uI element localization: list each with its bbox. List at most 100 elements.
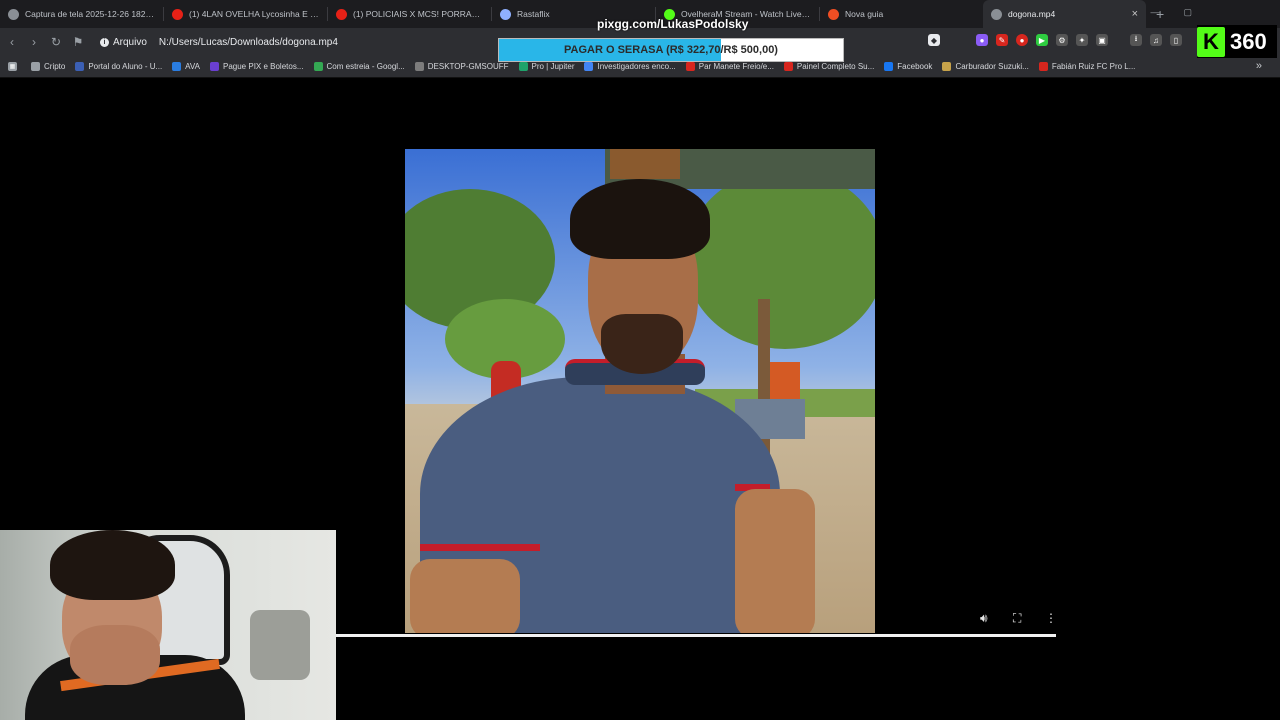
bookmark-item[interactable]: Com estreia - Googl... (313, 62, 405, 71)
globe-icon (8, 8, 19, 20)
bookmark-favicon-icon (884, 62, 894, 71)
extension-icon[interactable]: ▶ (1036, 34, 1048, 46)
tab-3[interactable]: (1) POLICIAIS X MCS! PORRADA COM (328, 0, 491, 28)
bookmark-favicon-icon (584, 62, 594, 71)
apps-icon[interactable]: ▦ (8, 62, 21, 71)
maximize-icon[interactable]: ▢ (1183, 7, 1192, 18)
bookmark-item[interactable]: Par Manete Freio/e... (685, 62, 774, 71)
tab-title: Captura de tela 2025-12-26 182933 (25, 9, 155, 19)
webcam-hand (70, 625, 160, 685)
bookmark-item[interactable]: DESKTOP-GMSOUFF (414, 62, 509, 71)
tab-title: (1) 4LAN OVELHA Lycosinha E KIKIM (189, 9, 319, 19)
globe-icon (991, 8, 1002, 20)
bookmark-label: Com estreia - Googl... (326, 62, 405, 71)
video-frame-sleeve-stripe (420, 544, 540, 551)
fullscreen-icon[interactable]: ⛶ (1013, 611, 1021, 626)
pix-link-title: pixgg.com/LukasPodolsky (597, 17, 749, 31)
music-icon[interactable]: ♫ (1150, 34, 1162, 46)
video-frame-tree (685, 169, 875, 349)
bookmark-label: AVA (185, 62, 200, 71)
tab-title: dogona.mp4 (1008, 9, 1056, 19)
video-frame-arm (410, 559, 520, 633)
webcam-overlay (0, 530, 336, 720)
bookmark-favicon-icon (783, 62, 793, 71)
bookmarks-overflow-icon[interactable]: » (1256, 60, 1262, 72)
bookmark-label: Fabián Ruiz FC Pro L... (1051, 62, 1136, 71)
bookmark-favicon-icon (313, 62, 323, 71)
bookmark-favicon-icon (685, 62, 695, 71)
bookmark-label: Par Manete Freio/e... (698, 62, 774, 71)
bookmark-icon[interactable]: ⚑ (68, 35, 88, 49)
extensions-row: ◆ ● ✎ ● ▶ ⚙ ✦ ▣ ⭳ ♫ ▯ (928, 34, 1182, 46)
bookmark-item[interactable]: Fabián Ruiz FC Pro L... (1038, 62, 1136, 71)
bookmark-item[interactable]: Facebook (884, 62, 932, 71)
info-icon[interactable]: i (100, 37, 109, 47)
url-text[interactable]: N:/Users/Lucas/Downloads/dogona.mp4 (159, 37, 338, 48)
bookmark-label: Cripto (44, 62, 66, 71)
bookmark-label: DESKTOP-GMSOUFF (427, 62, 509, 71)
bookmark-favicon-icon (210, 62, 219, 71)
video-frame-beard (601, 314, 683, 374)
window-controls: — ▢ (1150, 7, 1192, 18)
rastaflix-icon (500, 8, 511, 20)
reload-icon[interactable]: ↻ (46, 35, 66, 49)
extension-icon[interactable]: ● (976, 34, 988, 46)
sidebar-icon[interactable]: ▯ (1170, 34, 1182, 46)
bookmark-item[interactable]: Investigadores enco... (584, 62, 676, 71)
volume-icon[interactable]: 🔊︎ (980, 611, 988, 626)
tab-7[interactable]: dogona.mp4 × (983, 0, 1146, 28)
bookmark-favicon-icon (1038, 62, 1048, 71)
bookmark-label: Painel Completo Su... (796, 62, 875, 71)
download-icon[interactable]: ⭳ (1130, 34, 1142, 46)
bookmark-favicon-icon (414, 62, 424, 71)
tab-2[interactable]: (1) 4LAN OVELHA Lycosinha E KIKIM (164, 0, 327, 28)
video-progress-bar[interactable] (336, 634, 1056, 637)
bookmark-item[interactable]: Pro | Jupiter (518, 62, 575, 71)
tab-title: Nova guia (845, 9, 884, 19)
bookmark-label: Carburador Suzuki... (955, 62, 1029, 71)
bookmark-favicon-icon (75, 62, 85, 71)
extension-icon[interactable]: ✎ (996, 34, 1008, 46)
close-tab-icon[interactable]: × (1132, 8, 1138, 20)
more-options-icon[interactable]: ⋮ (1045, 611, 1057, 625)
tab-1[interactable]: Captura de tela 2025-12-26 182933 (0, 0, 163, 28)
screenshot-icon[interactable]: ▣ (1096, 34, 1108, 46)
bookmark-label: Portal do Aluno - U... (88, 62, 163, 71)
forward-icon[interactable]: › (24, 35, 44, 49)
bookmark-item[interactable]: AVA (172, 62, 200, 71)
bookmark-item[interactable]: Pague PIX e Boletos... (210, 62, 304, 71)
donation-goal-bar: PAGAR O SERASA (R$ 322,70/R$ 500,00) (498, 38, 844, 62)
screen: Captura de tela 2025-12-26 182933 (1) 4LA… (0, 0, 1280, 720)
tab-title: (1) POLICIAIS X MCS! PORRADA COM (353, 9, 483, 19)
video-player[interactable] (405, 149, 875, 633)
bookmark-favicon-icon (942, 62, 952, 71)
video-frame-arm (735, 489, 815, 633)
donation-goal-text: PAGAR O SERASA (R$ 322,70/R$ 500,00) (564, 44, 778, 56)
video-progress-fill (336, 634, 1056, 637)
back-icon[interactable]: ‹ (2, 35, 22, 49)
bookmark-item[interactable]: Portal do Aluno - U... (75, 62, 162, 71)
puzzle-icon[interactable]: ✦ (1076, 34, 1088, 46)
viewer-count: 360 (1230, 28, 1267, 54)
security-chip[interactable]: Arquivo (113, 37, 147, 48)
bookmark-item[interactable]: Painel Completo Su... (783, 62, 875, 71)
video-frame-pillar (610, 149, 680, 179)
bookmark-label: Facebook (897, 62, 933, 71)
webcam-object (250, 610, 310, 680)
bookmark-label: Pro | Jupiter (531, 62, 575, 71)
tab-6[interactable]: Nova guia (820, 0, 983, 28)
bookmark-item[interactable]: Carburador Suzuki... (942, 62, 1029, 71)
minimize-icon[interactable]: — (1150, 7, 1159, 18)
shield-icon[interactable]: ◆ (928, 34, 940, 46)
youtube-icon (172, 8, 183, 20)
bookmark-favicon-icon (31, 62, 40, 71)
video-frame-hair (570, 179, 710, 259)
extension-icon[interactable]: ● (1016, 34, 1028, 46)
bookmark-label: Investigadores enco... (597, 62, 676, 71)
kick-logo-icon: K (1197, 26, 1225, 57)
bookmark-item[interactable]: Cripto (31, 62, 65, 71)
gear-icon[interactable]: ⚙ (1056, 34, 1068, 46)
viewer-counter: K 360 (1197, 25, 1277, 58)
webcam-hair (50, 530, 175, 600)
bookmark-label: Pague PIX e Boletos... (223, 62, 304, 71)
